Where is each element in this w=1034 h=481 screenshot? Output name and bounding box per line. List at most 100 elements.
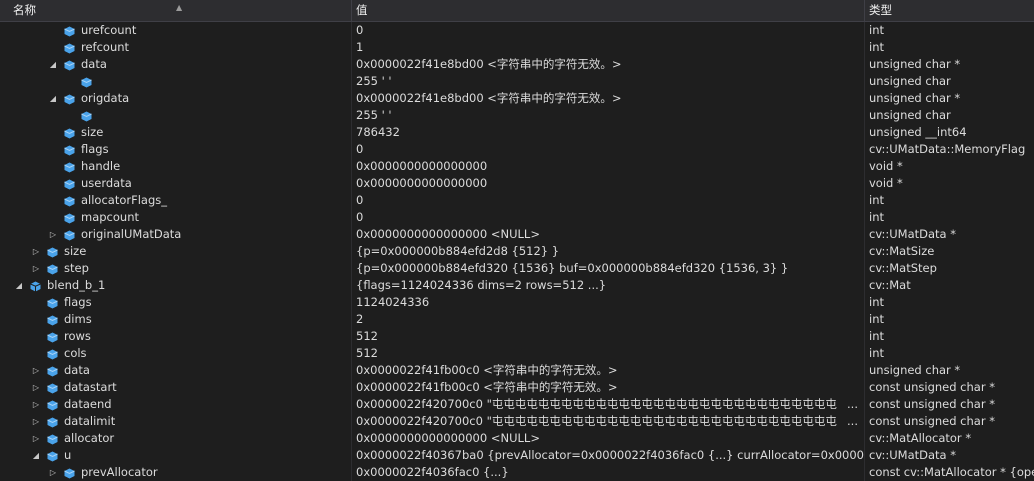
- watch-row[interactable]: rows 512 int: [0, 328, 1034, 345]
- variable-type: int: [869, 210, 884, 224]
- name-cell: ◢ origdata: [0, 90, 351, 107]
- name-cell: ▷ size: [0, 243, 351, 260]
- value-cell[interactable]: 0x0000022f41e8bd00 <字符串中的字符无效。>: [351, 56, 864, 73]
- value-cell[interactable]: 0x0000000000000000: [351, 175, 864, 192]
- variable-value: 0x0000000000000000: [356, 176, 488, 190]
- watch-row[interactable]: ◢ origdata 0x0000022f41e8bd00 <字符串中的字符无效。>…: [0, 90, 1034, 107]
- type-cell: int: [864, 294, 1034, 311]
- field-icon: [64, 212, 75, 224]
- name-cell: cols: [0, 345, 351, 362]
- variable-name: handle: [81, 159, 121, 173]
- watch-row[interactable]: flags 0 cv::UMatData::MemoryFlag: [0, 141, 1034, 158]
- variable-type: unsigned char *: [869, 57, 961, 71]
- field-icon: [47, 263, 58, 275]
- watch-row[interactable]: ▷ allocator 0x0000000000000000 <NULL> cv::M…: [0, 430, 1034, 447]
- value-column-header[interactable]: 值: [351, 0, 864, 21]
- watch-row[interactable]: dims 2 int: [0, 311, 1034, 328]
- value-cell[interactable]: 786432: [351, 124, 864, 141]
- watch-tree: urefcount 0 int refcount 1 int ◢ data 0x0000022f…: [0, 22, 1034, 481]
- type-cell: int: [864, 209, 1034, 226]
- variable-type: cv::UMatData::MemoryFlag: [869, 142, 1026, 156]
- expanded-arrow-icon[interactable]: ◢: [47, 90, 59, 107]
- watch-row[interactable]: ▷ originalUMatData 0x0000000000000000 <NUL…: [0, 226, 1034, 243]
- type-cell: cv::MatStep: [864, 260, 1034, 277]
- type-cell: int: [864, 22, 1034, 39]
- value-cell[interactable]: 0: [351, 209, 864, 226]
- watch-row[interactable]: allocatorFlags_ 0 int: [0, 192, 1034, 209]
- type-column-header[interactable]: 类型: [864, 0, 1034, 21]
- name-cell: [0, 107, 351, 124]
- collapsed-arrow-icon[interactable]: ▷: [30, 396, 42, 413]
- watch-row[interactable]: refcount 1 int: [0, 39, 1034, 56]
- type-cell: cv::MatSize: [864, 243, 1034, 260]
- collapsed-arrow-icon[interactable]: ▷: [30, 430, 42, 447]
- variable-type: int: [869, 23, 884, 37]
- value-cell[interactable]: 0x0000000000000000 <NULL>: [351, 430, 864, 447]
- value-cell[interactable]: 255 ' ': [351, 73, 864, 90]
- value-cell[interactable]: 0x0000022f420700c0 "屯屯屯屯屯屯屯屯屯屯屯屯屯屯屯屯屯屯屯屯…: [351, 396, 864, 413]
- type-cell: const unsigned char *: [864, 413, 1034, 430]
- watch-row[interactable]: ▷ data 0x0000022f41fb00c0 <字符串中的字符无效。> unsi…: [0, 362, 1034, 379]
- value-cell[interactable]: 512: [351, 328, 864, 345]
- variable-name: dims: [64, 312, 92, 326]
- value-cell[interactable]: 512: [351, 345, 864, 362]
- variable-value: 0x0000022f41fb00c0 <字符串中的字符无效。>: [356, 380, 618, 394]
- variable-value: 255 ' ': [356, 108, 392, 122]
- value-cell[interactable]: {p=0x000000b884efd2d8 {512} }: [351, 243, 864, 260]
- expanded-arrow-icon[interactable]: ◢: [47, 56, 59, 73]
- watch-row[interactable]: mapcount 0 int: [0, 209, 1034, 226]
- collapsed-arrow-icon[interactable]: ▷: [30, 413, 42, 430]
- variable-type: cv::MatAllocator *: [869, 431, 972, 445]
- field-icon: [64, 59, 75, 71]
- watch-row[interactable]: ◢ blend_b_1 {flags=1124024336 dims=2 rows=…: [0, 277, 1034, 294]
- collapsed-arrow-icon[interactable]: ▷: [30, 362, 42, 379]
- watch-row[interactable]: ▷ dataend 0x0000022f420700c0 "屯屯屯屯屯屯屯屯屯屯屯屯…: [0, 396, 1034, 413]
- value-cell[interactable]: 0x0000022f41fb00c0 <字符串中的字符无效。>: [351, 362, 864, 379]
- variable-type: unsigned char *: [869, 91, 961, 105]
- value-cell[interactable]: 255 ' ': [351, 107, 864, 124]
- variable-type: unsigned char: [869, 74, 951, 88]
- collapsed-arrow-icon[interactable]: ▷: [30, 379, 42, 396]
- value-cell[interactable]: 2: [351, 311, 864, 328]
- value-cell[interactable]: {p=0x000000b884efd320 {1536} buf=0x00000…: [351, 260, 864, 277]
- watch-row[interactable]: urefcount 0 int: [0, 22, 1034, 39]
- watch-row[interactable]: 255 ' ' unsigned char: [0, 73, 1034, 90]
- watch-row[interactable]: ◢ data 0x0000022f41e8bd00 <字符串中的字符无效。> unsi…: [0, 56, 1034, 73]
- watch-row[interactable]: ◢ u 0x0000022f40367ba0 {prevAllocator=0x00…: [0, 447, 1034, 464]
- type-cell: unsigned char: [864, 73, 1034, 90]
- watch-row[interactable]: ▷ step {p=0x000000b884efd320 {1536} buf=0x…: [0, 260, 1034, 277]
- value-cell[interactable]: 0: [351, 141, 864, 158]
- field-icon: [47, 246, 58, 258]
- watch-row[interactable]: size 786432 unsigned __int64: [0, 124, 1034, 141]
- value-cell[interactable]: 0x0000000000000000 <NULL>: [351, 226, 864, 243]
- collapsed-arrow-icon[interactable]: ▷: [30, 243, 42, 260]
- watch-row[interactable]: flags 1124024336 int: [0, 294, 1034, 311]
- value-cell[interactable]: {flags=1124024336 dims=2 rows=512 ...}: [351, 277, 864, 294]
- value-cell[interactable]: 0x0000000000000000: [351, 158, 864, 175]
- value-cell[interactable]: 1: [351, 39, 864, 56]
- collapsed-arrow-icon[interactable]: ▷: [47, 226, 59, 243]
- watch-row[interactable]: cols 512 int: [0, 345, 1034, 362]
- watch-row[interactable]: ▷ datalimit 0x0000022f420700c0 "屯屯屯屯屯屯屯屯屯屯…: [0, 413, 1034, 430]
- expanded-arrow-icon[interactable]: ◢: [13, 277, 25, 294]
- watch-row[interactable]: handle 0x0000000000000000 void *: [0, 158, 1034, 175]
- value-cell[interactable]: 0: [351, 22, 864, 39]
- variable-name: originalUMatData: [81, 227, 182, 241]
- value-cell[interactable]: 0x0000022f420700c0 "屯屯屯屯屯屯屯屯屯屯屯屯屯屯屯屯屯屯屯屯…: [351, 413, 864, 430]
- value-cell[interactable]: 0x0000022f41fb00c0 <字符串中的字符无效。>: [351, 379, 864, 396]
- watch-row[interactable]: ▷ datastart 0x0000022f41fb00c0 <字符串中的字符无效。…: [0, 379, 1034, 396]
- watch-row[interactable]: ▷ size {p=0x000000b884efd2d8 {512} } cv::Ma…: [0, 243, 1034, 260]
- watch-row[interactable]: userdata 0x0000000000000000 void *: [0, 175, 1034, 192]
- value-cell[interactable]: 0x0000022f41e8bd00 <字符串中的字符无效。>: [351, 90, 864, 107]
- collapsed-arrow-icon[interactable]: ▷: [30, 260, 42, 277]
- type-cell: void *: [864, 175, 1034, 192]
- type-cell: cv::UMatData *: [864, 226, 1034, 243]
- name-cell: ◢ blend_b_1: [0, 277, 351, 294]
- watch-row[interactable]: 255 ' ' unsigned char: [0, 107, 1034, 124]
- value-cell[interactable]: 1124024336: [351, 294, 864, 311]
- value-cell[interactable]: 0x0000022f40367ba0 {prevAllocator=0x0000…: [351, 447, 864, 464]
- column-header-bar: 名称 ▲ 值 类型: [0, 0, 1034, 22]
- value-cell[interactable]: 0: [351, 192, 864, 209]
- expanded-arrow-icon[interactable]: ◢: [30, 447, 42, 464]
- variable-name: origdata: [81, 91, 130, 105]
